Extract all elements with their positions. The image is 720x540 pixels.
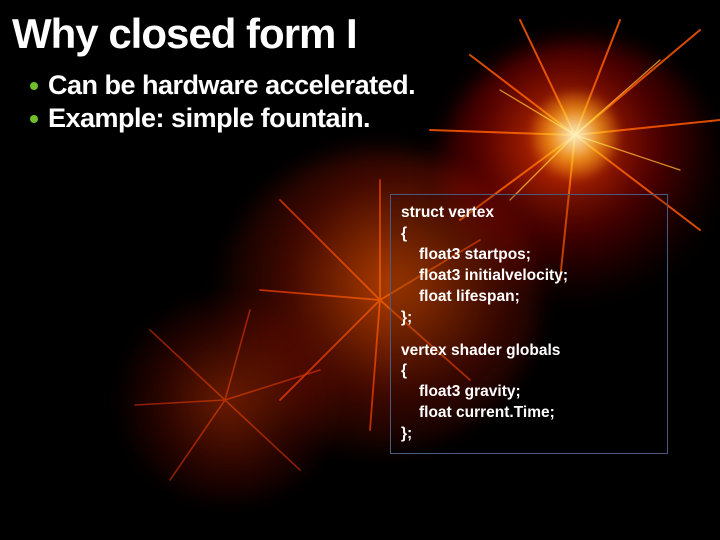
bullet-text: Example: simple fountain.: [48, 103, 370, 134]
code-line: float current.Time;: [401, 403, 657, 424]
code-line: {: [401, 361, 657, 382]
list-item: Can be hardware accelerated.: [30, 70, 720, 101]
list-item: Example: simple fountain.: [30, 103, 720, 134]
bullet-list: Can be hardware accelerated. Example: si…: [0, 64, 720, 134]
code-line: float3 initialvelocity;: [401, 266, 657, 287]
code-line: float3 gravity;: [401, 382, 657, 403]
slide: Why closed form I Can be hardware accele…: [0, 0, 720, 540]
bullet-icon: [30, 82, 38, 90]
code-line: {: [401, 224, 657, 245]
bullet-icon: [30, 115, 38, 123]
code-block-globals: vertex shader globals { float3 gravity; …: [401, 341, 657, 446]
code-line: float3 startpos;: [401, 245, 657, 266]
code-line: struct vertex: [401, 203, 657, 224]
bullet-text: Can be hardware accelerated.: [48, 70, 415, 101]
code-block-struct: struct vertex { float3 startpos; float3 …: [401, 203, 657, 329]
code-box: struct vertex { float3 startpos; float3 …: [390, 194, 668, 454]
slide-title: Why closed form I: [0, 0, 720, 64]
code-line: };: [401, 308, 657, 329]
code-line: };: [401, 424, 657, 445]
code-line: vertex shader globals: [401, 341, 657, 362]
code-line: float lifespan;: [401, 287, 657, 308]
